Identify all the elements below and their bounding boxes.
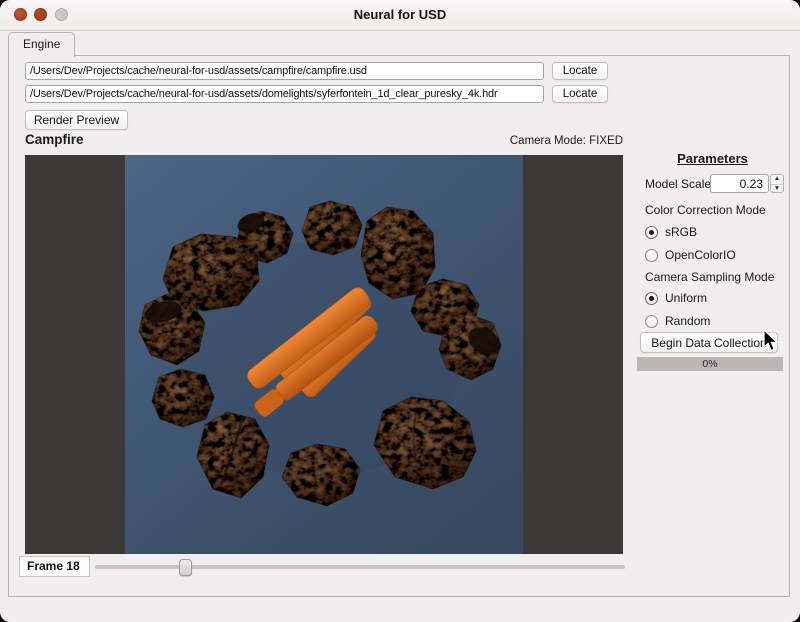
model-scale-label: Model Scale — [645, 177, 712, 191]
title-bar: Neural for USD — [0, 0, 800, 31]
radio-random[interactable]: Random — [645, 313, 710, 329]
radio-unselected-icon[interactable] — [645, 248, 658, 262]
rock-left-lower — [151, 368, 215, 428]
rendered-image — [125, 155, 523, 554]
radio-unselected-icon[interactable] — [645, 314, 658, 328]
progress-bar: 0% — [637, 357, 783, 371]
parameters-heading: Parameters — [677, 151, 748, 166]
window-title: Neural for USD — [353, 7, 447, 22]
frame-slider-thumb[interactable] — [178, 558, 192, 576]
minimize-icon[interactable] — [34, 8, 47, 21]
zoom-icon[interactable] — [55, 8, 68, 21]
hdr-path-input[interactable] — [25, 85, 544, 103]
stepper-up-icon[interactable]: ▲ — [771, 175, 783, 185]
render-preview-viewport — [25, 155, 623, 554]
color-correction-label: Color Correction Mode — [645, 203, 766, 217]
app-window: Neural for USD Engine Locate Locate Rend… — [0, 0, 800, 622]
preview-title: Campfire — [25, 132, 84, 147]
model-scale-input[interactable] — [710, 174, 769, 193]
model-scale-stepper[interactable]: ▲ ▼ — [770, 174, 784, 193]
tab-engine[interactable]: Engine — [8, 32, 76, 57]
usd-path-input[interactable] — [25, 62, 544, 80]
mouse-cursor-icon — [763, 329, 779, 352]
frame-label: Frame 18 — [19, 556, 90, 577]
locate-usd-button[interactable]: Locate — [552, 62, 608, 80]
radio-srgb[interactable]: sRGB — [645, 224, 697, 240]
radio-opencolorio[interactable]: OpenColorIO — [645, 247, 736, 263]
stepper-down-icon[interactable]: ▼ — [771, 185, 783, 194]
locate-hdr-button[interactable]: Locate — [552, 85, 608, 103]
render-preview-button[interactable]: Render Preview — [25, 110, 128, 130]
camera-sampling-label: Camera Sampling Mode — [645, 270, 775, 284]
frame-slider-track[interactable] — [95, 565, 625, 569]
camera-mode-label: Camera Mode: FIXED — [509, 135, 623, 147]
radio-selected-icon[interactable] — [645, 291, 658, 305]
campfire-scene — [125, 155, 523, 554]
frame-slider[interactable] — [95, 558, 625, 576]
rock-top-center — [301, 200, 363, 256]
begin-data-collection-button[interactable]: Begin Data Collection — [640, 332, 778, 353]
close-icon[interactable] — [14, 8, 27, 21]
radio-selected-icon[interactable] — [645, 225, 658, 239]
radio-uniform[interactable]: Uniform — [645, 290, 707, 306]
